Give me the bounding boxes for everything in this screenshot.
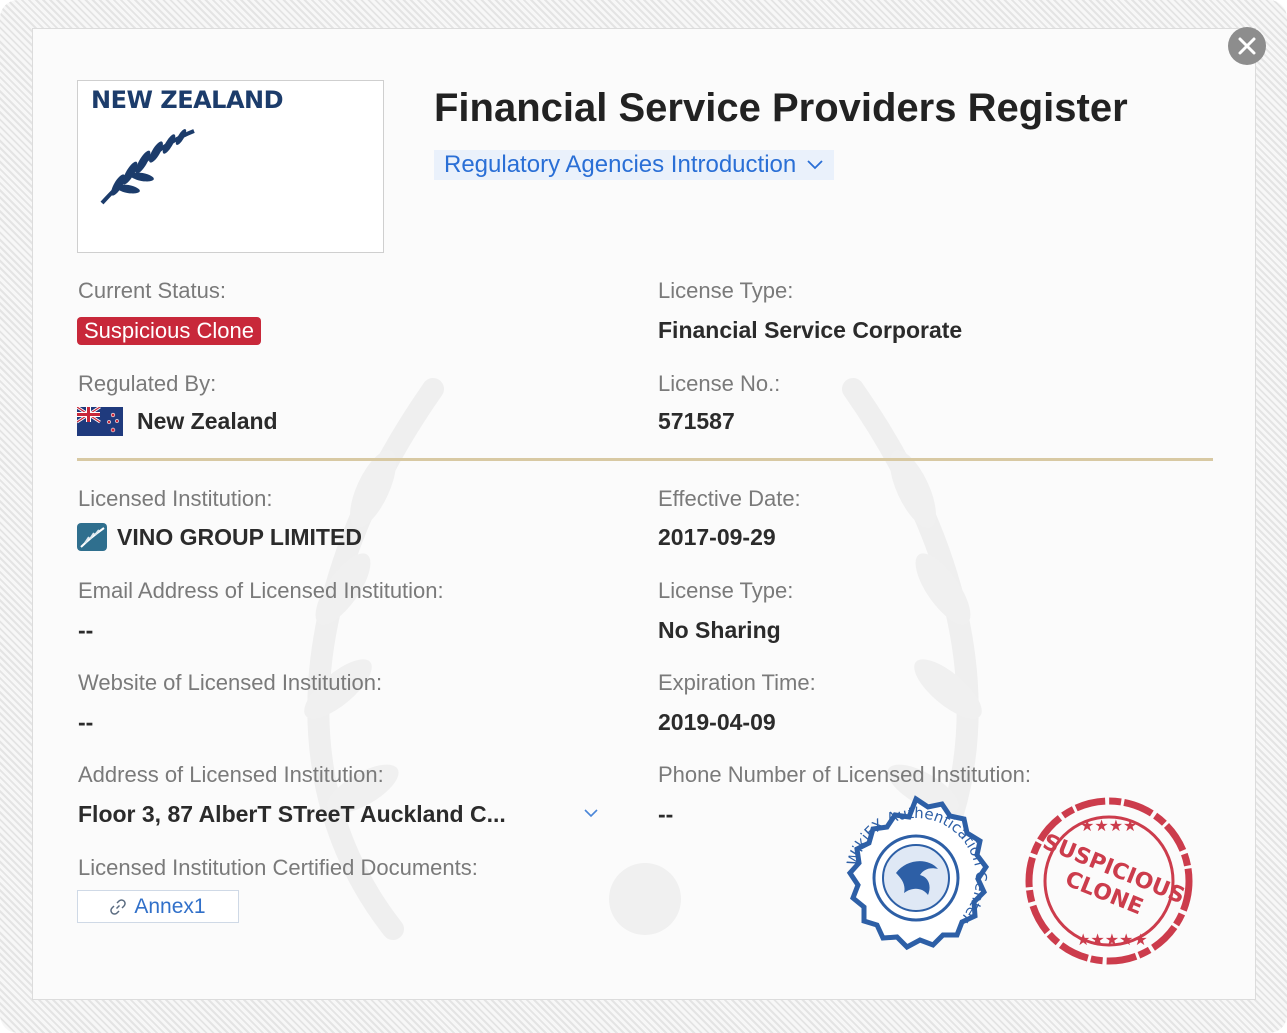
expiration-value: 2019-04-09 <box>658 709 776 735</box>
page-title: Financial Service Providers Register <box>434 86 1128 130</box>
licensed-institution-label: Licensed Institution: <box>78 486 273 511</box>
license-type-value: Financial Service Corporate <box>658 317 963 343</box>
chevron-down-icon <box>807 160 823 170</box>
website-label: Website of Licensed Institution: <box>78 670 383 695</box>
license-type-2-label: License Type: <box>658 578 794 603</box>
expiration-label: Expiration Time: <box>658 670 816 695</box>
license-no-label: License No.: <box>658 371 781 396</box>
license-no-value: 571587 <box>658 408 735 434</box>
regulated-by-value: New Zealand <box>137 408 278 434</box>
effective-date-label: Effective Date: <box>658 486 801 511</box>
address-value: Floor 3, 87 AlberT STreeT Auckland C... <box>78 801 506 827</box>
logo-text: NEW ZEALAND <box>91 86 284 114</box>
email-value: -- <box>78 617 94 643</box>
regulatory-agencies-link[interactable]: Regulatory Agencies Introduction <box>434 150 835 180</box>
regulated-by-label: Regulated By: <box>78 371 217 396</box>
effective-date-value: 2017-09-29 <box>658 524 776 550</box>
address-expand-chevron-icon[interactable] <box>582 806 600 820</box>
suspicious-clone-stamp: ★★★★ ★★★★★ SUSPICIOUS CLONE <box>1025 797 1193 965</box>
nz-flag-icon <box>77 407 123 436</box>
annex-label: Annex1 <box>134 894 206 918</box>
email-label: Email Address of Licensed Institution: <box>78 578 444 603</box>
institution-icon <box>77 523 107 551</box>
section-divider <box>77 458 1213 461</box>
link-icon <box>110 898 127 915</box>
svg-text:★★★★: ★★★★ <box>1080 816 1137 835</box>
close-icon <box>1238 37 1256 55</box>
wikifx-seal: WikiFX Authentication Center <box>843 795 990 951</box>
license-type-label: License Type: <box>658 278 794 303</box>
current-status-label: Current Status: <box>78 278 226 303</box>
licensed-institution-value: VINO GROUP LIMITED <box>117 524 362 550</box>
address-label: Address of Licensed Institution: <box>78 762 384 787</box>
phone-value: -- <box>658 801 674 827</box>
svg-text:★★★★★: ★★★★★ <box>1076 930 1148 949</box>
phone-label: Phone Number of Licensed Institution: <box>658 762 1032 787</box>
website-value: -- <box>78 709 94 735</box>
regulatory-agencies-label: Regulatory Agencies Introduction <box>444 151 797 178</box>
documents-label: Licensed Institution Certified Documents… <box>78 855 478 880</box>
annex-button[interactable]: Annex1 <box>77 890 239 923</box>
license-type-2-value: No Sharing <box>658 617 781 643</box>
status-badge: Suspicious Clone <box>77 317 261 345</box>
close-button[interactable] <box>1228 27 1266 65</box>
fern-icon <box>100 129 195 205</box>
